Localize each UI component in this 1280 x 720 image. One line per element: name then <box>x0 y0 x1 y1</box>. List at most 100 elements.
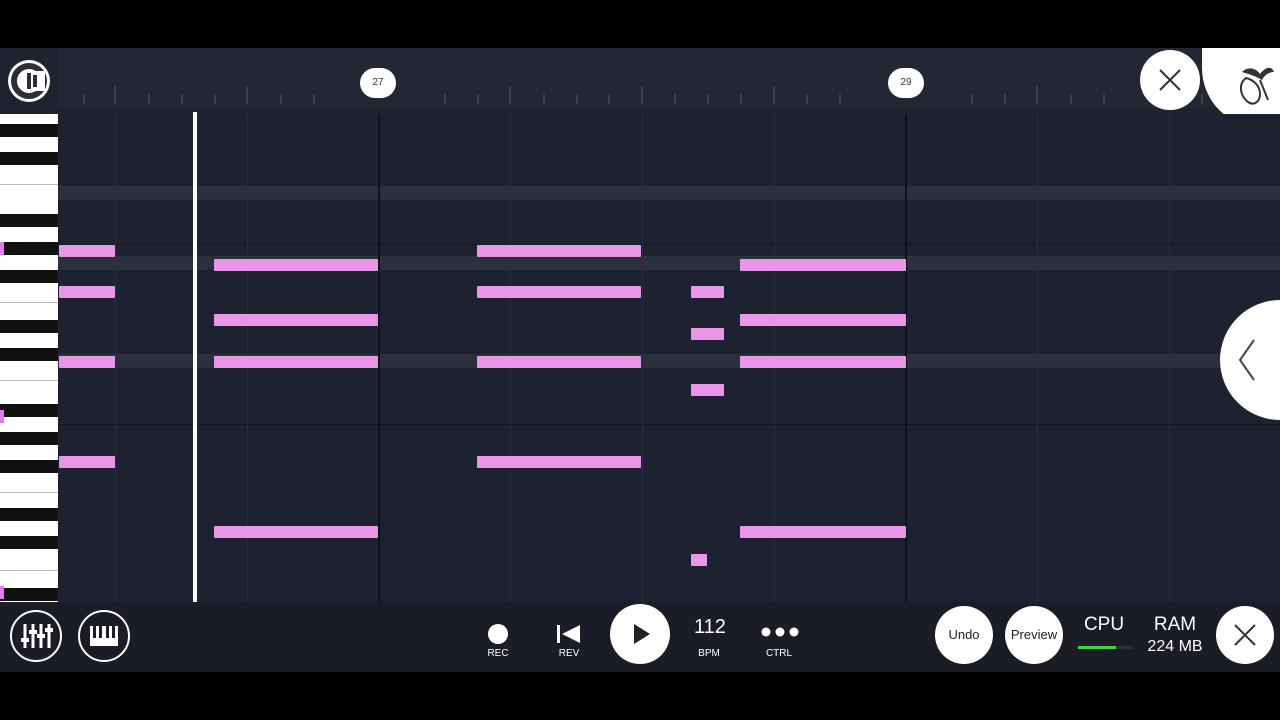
bpm-label: BPM <box>698 648 720 659</box>
skip-back-icon <box>557 625 580 643</box>
rewind-button[interactable] <box>554 622 584 646</box>
ruler-tick <box>246 86 248 104</box>
bar-line <box>378 114 380 602</box>
tempo-value[interactable]: 112 <box>680 616 740 639</box>
ram-value: 224 MB <box>1147 638 1203 655</box>
piano-keys-icon <box>90 626 118 646</box>
note[interactable] <box>214 259 378 271</box>
cpu-label: CPU <box>1083 614 1125 635</box>
ctrl-label: CTRL <box>765 648 793 659</box>
ruler-tick <box>740 94 742 104</box>
more-dots-icon <box>761 627 799 637</box>
note[interactable] <box>740 314 906 326</box>
black-key[interactable] <box>0 536 58 549</box>
beat-line <box>115 114 116 602</box>
ruler-tick <box>114 86 116 104</box>
ruler-tick <box>839 94 841 104</box>
bar-marker-29[interactable]: 29 <box>888 68 924 98</box>
black-key[interactable] <box>0 348 58 361</box>
beat-line <box>642 114 643 602</box>
note[interactable] <box>691 384 724 396</box>
record-button[interactable] <box>488 624 508 644</box>
ctrl-button[interactable] <box>760 624 800 640</box>
black-key[interactable] <box>0 270 58 283</box>
ruler-tick <box>83 94 85 104</box>
octave-row-highlight <box>58 186 1280 200</box>
cpu-meter-fill <box>1078 646 1116 649</box>
black-key[interactable] <box>0 320 58 333</box>
piano-view-button[interactable] <box>78 610 130 662</box>
ruler-tick <box>1070 94 1072 104</box>
note[interactable] <box>477 245 641 257</box>
piano-roll-window: 27 29 REC REV 112 BPM CTRL Undo Preview … <box>0 48 1280 672</box>
octave-divider <box>58 244 1280 245</box>
black-key[interactable] <box>0 242 58 255</box>
ruler-tick <box>576 94 578 104</box>
note[interactable] <box>740 259 906 271</box>
rev-label: REV <box>558 648 580 659</box>
key-divider <box>0 302 58 303</box>
close-piano-roll-button[interactable] <box>1140 50 1200 110</box>
ruler-tick <box>1201 94 1203 104</box>
bar-marker-27[interactable]: 27 <box>360 68 396 98</box>
black-key[interactable] <box>0 152 58 165</box>
play-icon <box>634 624 650 644</box>
ruler-tick <box>674 94 676 104</box>
black-key[interactable] <box>0 432 58 445</box>
black-key[interactable] <box>0 214 58 227</box>
key-divider <box>0 492 58 493</box>
key-divider <box>0 570 58 571</box>
active-key-marker <box>0 586 4 599</box>
preview-button[interactable]: Preview <box>1005 606 1063 664</box>
black-key[interactable] <box>0 460 58 473</box>
close-button[interactable] <box>1216 606 1274 664</box>
ruler-tick <box>543 94 545 104</box>
ruler-tick <box>707 94 709 104</box>
ruler-tick <box>1103 94 1105 104</box>
undo-button[interactable]: Undo <box>935 606 993 664</box>
key-divider <box>0 380 58 381</box>
timeline-ruler[interactable]: 27 29 <box>58 48 1280 108</box>
close-icon <box>1159 69 1181 91</box>
note[interactable] <box>59 245 115 257</box>
mixer-button[interactable] <box>10 610 62 662</box>
ruler-tick <box>1004 94 1006 104</box>
note[interactable] <box>691 554 707 566</box>
black-key[interactable] <box>0 508 58 521</box>
ruler-tick <box>971 94 973 104</box>
piano-keyboard[interactable] <box>0 114 58 602</box>
beat-line <box>1169 114 1170 602</box>
magnet-icon <box>11 63 47 99</box>
note[interactable] <box>740 356 906 368</box>
play-button[interactable] <box>610 604 670 664</box>
note[interactable] <box>477 286 641 298</box>
note[interactable] <box>477 356 641 368</box>
snap-magnet-button[interactable] <box>8 60 50 102</box>
ruler-tick <box>477 94 479 104</box>
note[interactable] <box>214 314 378 326</box>
black-key[interactable] <box>0 124 58 137</box>
note[interactable] <box>59 456 115 468</box>
note[interactable] <box>740 526 906 538</box>
note[interactable] <box>59 356 115 368</box>
ruler-tick <box>1036 86 1038 104</box>
note-grid[interactable] <box>58 114 1280 602</box>
note[interactable] <box>691 328 724 340</box>
note[interactable] <box>59 286 115 298</box>
ram-label: RAM <box>1153 614 1197 635</box>
note[interactable] <box>214 526 378 538</box>
rec-label: REC <box>487 648 509 659</box>
octave-divider <box>58 424 1280 425</box>
note[interactable] <box>477 456 641 468</box>
ruler-tick <box>641 86 643 104</box>
note[interactable] <box>691 286 724 298</box>
ruler-tick <box>313 94 315 104</box>
cpu-meter <box>1078 646 1132 649</box>
black-key[interactable] <box>0 588 58 601</box>
playhead[interactable] <box>193 112 197 602</box>
black-key[interactable] <box>0 404 58 417</box>
ruler-tick <box>509 86 511 104</box>
note[interactable] <box>214 356 378 368</box>
ruler-tick <box>181 94 183 104</box>
chevron-left-icon <box>1238 339 1255 381</box>
